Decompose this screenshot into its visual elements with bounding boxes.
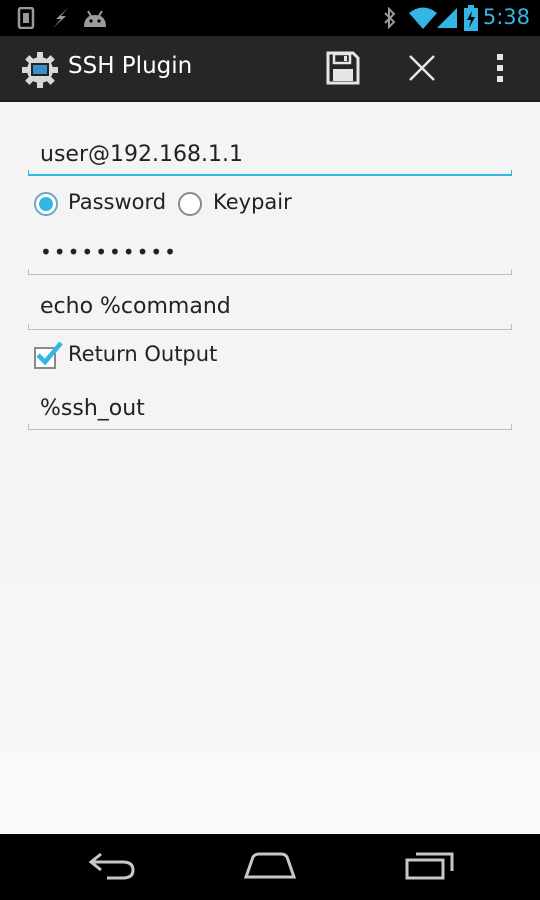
back-icon bbox=[87, 851, 137, 885]
battery-charging-icon bbox=[464, 5, 478, 35]
save-button[interactable] bbox=[323, 50, 363, 90]
host-value: user@192.168.1.1 bbox=[40, 142, 243, 167]
keypair-label: Keypair bbox=[213, 190, 292, 214]
checkmark-icon bbox=[35, 340, 65, 372]
overflow-menu-icon bbox=[495, 52, 505, 88]
command-underline bbox=[28, 324, 512, 330]
home-button[interactable] bbox=[240, 848, 300, 888]
wifi-icon bbox=[408, 6, 438, 34]
password-radio[interactable] bbox=[34, 192, 58, 216]
host-underline bbox=[28, 170, 512, 176]
action-bar: SSH Plugin bbox=[0, 36, 540, 102]
phone-notification-icon bbox=[16, 6, 36, 33]
auth-password-option[interactable]: Password bbox=[28, 188, 168, 222]
host-field[interactable]: user@192.168.1.1 bbox=[28, 138, 512, 178]
output-variable-field[interactable]: %ssh_out bbox=[28, 392, 512, 432]
close-icon bbox=[408, 54, 436, 86]
keypair-radio[interactable] bbox=[178, 192, 202, 216]
return-output-label: Return Output bbox=[68, 342, 218, 366]
close-button[interactable] bbox=[402, 50, 442, 90]
android-icon bbox=[82, 7, 108, 33]
flash-icon bbox=[50, 7, 72, 33]
back-button[interactable] bbox=[82, 848, 142, 888]
output-variable-underline bbox=[28, 424, 512, 430]
command-field[interactable]: echo %command bbox=[28, 290, 512, 332]
save-icon bbox=[326, 51, 360, 89]
output-variable-value: %ssh_out bbox=[40, 396, 145, 421]
recent-apps-icon bbox=[404, 851, 456, 885]
signal-icon bbox=[436, 7, 458, 33]
home-icon bbox=[243, 852, 297, 884]
bluetooth-icon bbox=[382, 6, 398, 33]
password-value: •••••••••• bbox=[40, 240, 178, 264]
overflow-menu-button[interactable] bbox=[480, 50, 520, 90]
password-underline bbox=[28, 269, 512, 275]
navigation-bar bbox=[0, 834, 540, 900]
app-icon bbox=[20, 50, 60, 94]
recent-apps-button[interactable] bbox=[400, 848, 460, 888]
command-value: echo %command bbox=[40, 294, 231, 319]
password-field[interactable]: •••••••••• bbox=[28, 234, 512, 276]
password-label: Password bbox=[68, 190, 167, 214]
clock: 5:38 bbox=[482, 5, 530, 29]
form-content: user@192.168.1.1 Password Keypair ••••••… bbox=[0, 102, 540, 834]
auth-keypair-option[interactable]: Keypair bbox=[174, 188, 304, 222]
status-bar: 5:38 bbox=[0, 0, 540, 36]
app-title: SSH Plugin bbox=[68, 53, 193, 79]
